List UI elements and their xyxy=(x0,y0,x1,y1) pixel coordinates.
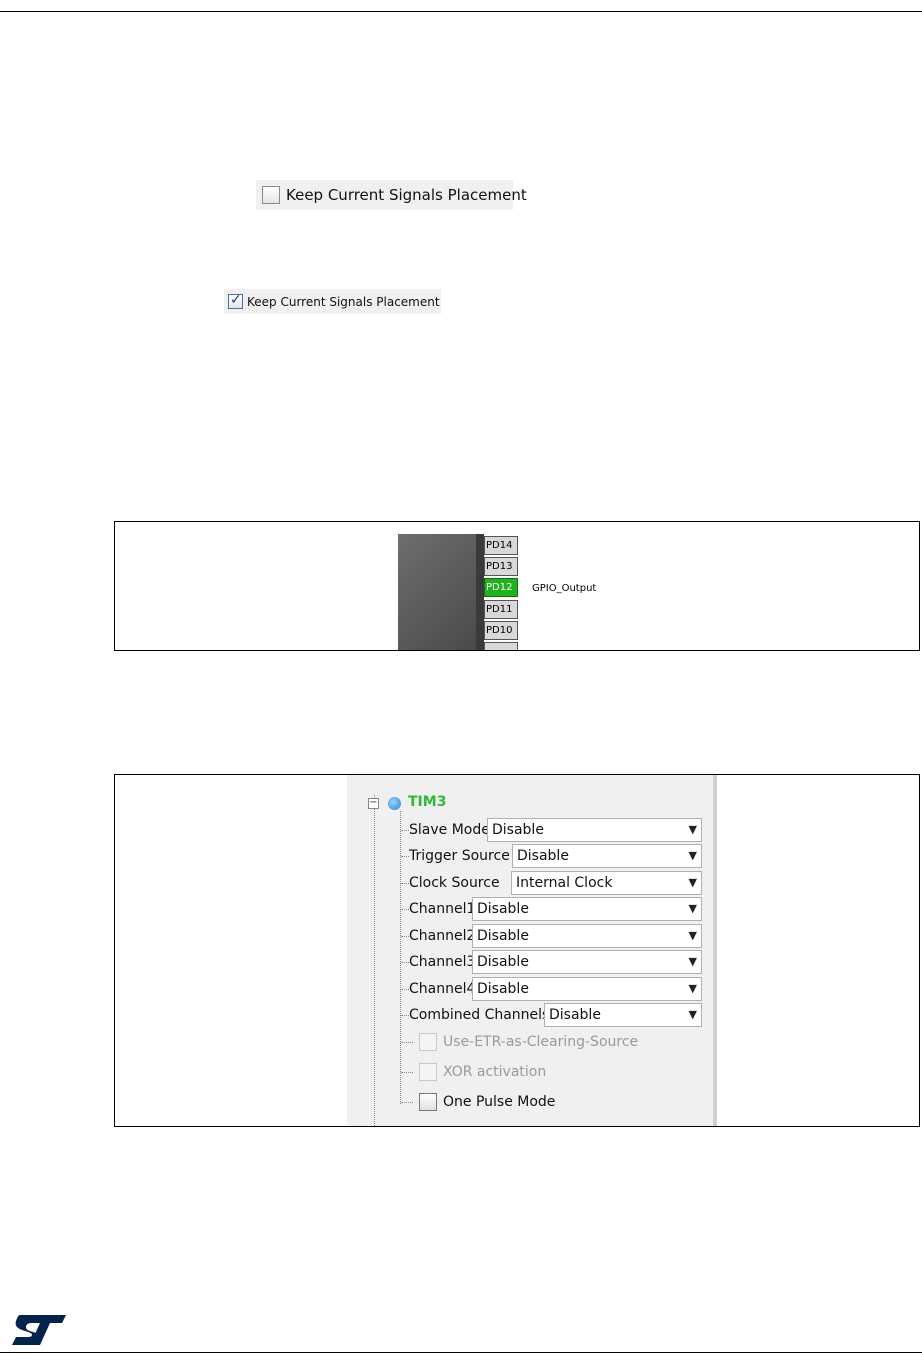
footer-rule xyxy=(0,1352,922,1353)
checkbox-disabled-icon xyxy=(419,1063,437,1081)
checkbox-label: Keep Current Signals Placement xyxy=(247,294,440,309)
setting-label: Channel3 xyxy=(409,954,476,970)
mcu-chip-edge xyxy=(476,534,484,650)
peripheral-tree: − TIM3 Slave Mode Disable ▼ Trigger Sourc… xyxy=(347,775,717,1126)
collapse-icon[interactable]: − xyxy=(368,798,379,809)
setting-channel2: Channel2 Disable ▼ xyxy=(401,924,702,948)
setting-combined-channels: Combined Channels Disable ▼ xyxy=(401,1003,702,1027)
clock-source-select[interactable]: Internal Clock ▼ xyxy=(511,871,702,895)
pin-pd13[interactable]: PD13 xyxy=(484,557,518,576)
peripheral-node-icon xyxy=(388,797,401,810)
scrollbar[interactable] xyxy=(713,775,717,1126)
setting-label: Combined Channels xyxy=(409,1007,550,1023)
dropdown-arrow-icon: ▼ xyxy=(688,1008,697,1021)
select-value: Disable xyxy=(477,981,529,997)
dropdown-arrow-icon: ▼ xyxy=(688,955,697,968)
option-xor-activation: XOR activation xyxy=(401,1059,546,1085)
channel2-select[interactable]: Disable ▼ xyxy=(472,924,702,948)
setting-label: Channel4 xyxy=(409,981,476,997)
setting-channel4: Channel4 Disable ▼ xyxy=(401,977,702,1001)
checkbox-checked-icon: ✓ xyxy=(228,292,243,309)
checkbox-label: Keep Current Signals Placement xyxy=(286,186,527,204)
channel4-select[interactable]: Disable ▼ xyxy=(472,977,702,1001)
combined-channels-select[interactable]: Disable ▼ xyxy=(544,1003,702,1027)
option-one-pulse-mode[interactable]: One Pulse Mode xyxy=(401,1089,555,1115)
dropdown-arrow-icon: ▼ xyxy=(688,929,697,942)
setting-channel3: Channel3 Disable ▼ xyxy=(401,950,702,974)
slave-mode-select[interactable]: Disable ▼ xyxy=(487,818,702,842)
header-rule xyxy=(0,11,922,12)
checkbox-empty-icon[interactable] xyxy=(419,1093,437,1111)
keep-signals-checkbox-checked[interactable]: ✓ Keep Current Signals Placement xyxy=(224,289,441,314)
checkbox-disabled-icon xyxy=(419,1033,437,1051)
option-label: Use-ETR-as-Clearing-Source xyxy=(443,1034,639,1050)
checkbox-empty-icon xyxy=(262,186,280,204)
dropdown-arrow-icon: ▼ xyxy=(688,876,697,889)
dropdown-arrow-icon: ▼ xyxy=(688,982,697,995)
channel3-select[interactable]: Disable ▼ xyxy=(472,950,702,974)
select-value: Disable xyxy=(477,901,529,917)
pin-signal-label: GPIO_Output xyxy=(532,583,597,594)
dropdown-arrow-icon: ▼ xyxy=(688,902,697,915)
channel1-select[interactable]: Disable ▼ xyxy=(472,897,702,921)
select-value: Disable xyxy=(477,928,529,944)
setting-label: Slave Mode xyxy=(409,822,490,838)
pin-pd11[interactable]: PD11 xyxy=(484,600,518,619)
setting-channel1: Channel1 Disable ▼ xyxy=(401,897,702,921)
setting-clock-source: Clock Source Internal Clock ▼ xyxy=(401,871,702,895)
select-value: Internal Clock xyxy=(516,875,613,891)
pin-pd14[interactable]: PD14 xyxy=(484,536,518,555)
setting-label: Channel2 xyxy=(409,928,476,944)
setting-slave-mode: Slave Mode Disable ▼ xyxy=(401,818,702,842)
dropdown-arrow-icon: ▼ xyxy=(688,849,697,862)
select-value: Disable xyxy=(549,1007,601,1023)
pin-pd10[interactable]: PD10 xyxy=(484,621,518,640)
keep-signals-checkbox-unchecked[interactable]: Keep Current Signals Placement xyxy=(256,180,527,210)
mcu-chip-body xyxy=(398,534,476,650)
tim3-config-figure: − TIM3 Slave Mode Disable ▼ Trigger Sourc… xyxy=(114,774,920,1127)
pin-next[interactable] xyxy=(484,642,518,650)
setting-label: Trigger Source xyxy=(409,848,510,864)
option-label: XOR activation xyxy=(443,1064,547,1080)
st-logo-icon xyxy=(12,1315,66,1345)
setting-label: Channel1 xyxy=(409,901,476,917)
setting-label: Clock Source xyxy=(409,875,500,891)
select-value: Disable xyxy=(477,954,529,970)
pin-pd12[interactable]: PD12 xyxy=(484,578,518,597)
select-value: Disable xyxy=(517,848,569,864)
option-label: One Pulse Mode xyxy=(443,1094,556,1110)
trigger-source-select[interactable]: Disable ▼ xyxy=(512,844,702,868)
select-value: Disable xyxy=(492,822,544,838)
tree-node-tim3[interactable]: TIM3 xyxy=(408,794,446,810)
pinout-figure: PD14 PD13 PD12 PD11 PD10 GPIO_Output xyxy=(114,521,920,651)
option-use-etr: Use-ETR-as-Clearing-Source xyxy=(401,1029,638,1055)
dropdown-arrow-icon: ▼ xyxy=(688,823,697,836)
setting-trigger-source: Trigger Source Disable ▼ xyxy=(401,844,702,868)
tree-guide-line xyxy=(374,795,375,1126)
